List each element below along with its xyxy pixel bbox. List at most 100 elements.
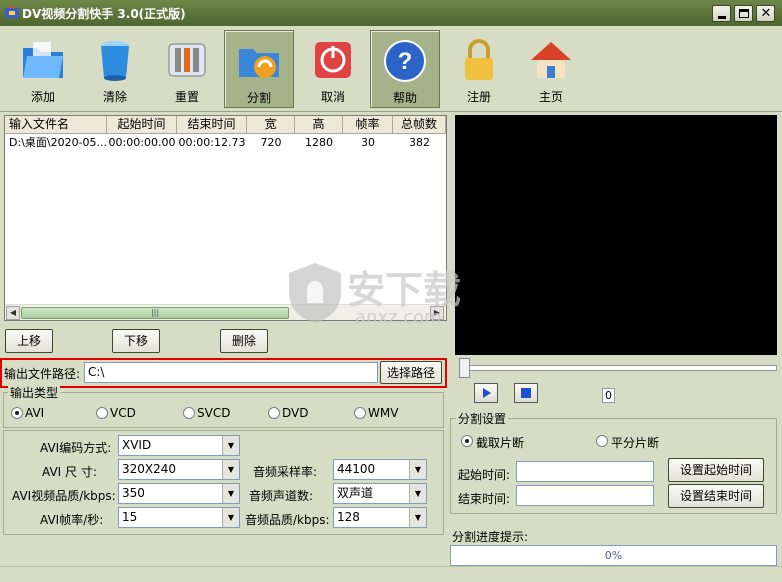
end-time-input[interactable] [516, 485, 654, 506]
radio-vcd[interactable] [96, 407, 108, 419]
chevron-down-icon[interactable]: ▼ [409, 484, 426, 503]
samplerate-select[interactable]: 44100 ▼ [333, 459, 427, 480]
home-icon [531, 42, 571, 78]
fps-select[interactable]: 15 ▼ [118, 507, 240, 528]
output-path-input[interactable]: C:\ [84, 362, 378, 383]
cell-width: 720 [260, 136, 282, 149]
progress-bar: 0% [450, 545, 777, 566]
radio-avi-label: AVI [25, 406, 45, 420]
play-icon [483, 388, 491, 398]
window-title: DV视频分割快手 3.0(正式版) [22, 7, 186, 21]
home-button[interactable]: 主页 [516, 30, 586, 108]
maximize-icon [739, 9, 749, 18]
play-button[interactable] [474, 383, 498, 403]
codec-select[interactable]: XVID ▼ [118, 435, 240, 456]
channels-label: 音频声道数: [249, 489, 314, 503]
audio-quality-value: 128 [337, 510, 360, 524]
fps-label: AVI帧率/秒: [40, 513, 104, 527]
cancel-label: 取消 [320, 90, 345, 104]
stop-icon [521, 388, 531, 398]
browse-button[interactable]: 选择路径 [380, 361, 442, 384]
set-end-time-button[interactable]: 设置结束时间 [668, 484, 764, 508]
clear-button[interactable]: 清除 [80, 30, 150, 108]
horizontal-scrollbar[interactable]: ◀ ||| ▶ [5, 304, 446, 320]
register-label: 注册 [466, 90, 491, 104]
status-bar [0, 566, 782, 582]
output-path-label: 输出文件路径: [4, 367, 81, 381]
output-path-row: 输出文件路径: C:\ 选择路径 [0, 358, 447, 388]
toolbar: 添加 清除 重置 分割 取消 ? 帮助 注册 主页 [0, 26, 782, 112]
radio-wmv[interactable] [354, 407, 366, 419]
header-filename[interactable]: 输入文件名 [5, 116, 107, 134]
power-icon [315, 42, 351, 78]
file-list[interactable]: 输入文件名 起始时间 结束时间 宽 高 帧率 总帧数 D:\桌面\2020-05… [4, 115, 447, 321]
help-label: 帮助 [392, 91, 417, 105]
stop-button[interactable] [514, 383, 538, 403]
header-height[interactable]: 高 [295, 116, 343, 134]
maximize-button[interactable] [734, 5, 753, 22]
audio-quality-select[interactable]: 128 ▼ [333, 507, 427, 528]
move-up-button[interactable]: 上移 [5, 329, 53, 353]
codec-value: XVID [122, 438, 152, 452]
move-down-button[interactable]: 下移 [112, 329, 160, 353]
channels-value: 双声道 [337, 486, 374, 500]
svg-text:?: ? [398, 48, 413, 75]
chevron-down-icon[interactable]: ▼ [409, 460, 426, 479]
quality-select[interactable]: 350 ▼ [118, 483, 240, 504]
chevron-down-icon[interactable]: ▼ [409, 508, 426, 527]
cell-fps: 30 [361, 136, 375, 149]
start-time-input[interactable] [516, 461, 654, 482]
seek-track[interactable] [459, 365, 777, 371]
video-preview [455, 115, 777, 355]
size-select[interactable]: 320X240 ▼ [118, 459, 240, 480]
radio-dvd[interactable] [268, 407, 280, 419]
samplerate-label: 音频采样率: [253, 465, 318, 479]
chevron-down-icon[interactable]: ▼ [222, 484, 239, 503]
split-button[interactable]: 分割 [224, 30, 294, 108]
frame-counter: 0 [602, 388, 615, 403]
seek-handle[interactable] [459, 358, 470, 378]
cell-frames: 382 [409, 136, 430, 149]
minimize-icon [718, 16, 726, 19]
chevron-down-icon[interactable]: ▼ [222, 436, 239, 455]
chevron-down-icon[interactable]: ▼ [222, 508, 239, 527]
folder-icon [23, 42, 63, 78]
help-button[interactable]: ? 帮助 [370, 30, 440, 108]
chevron-down-icon[interactable]: ▼ [222, 460, 239, 479]
radio-equal-split-label: 平分片断 [611, 436, 660, 450]
reset-button[interactable]: 重置 [152, 30, 222, 108]
register-button[interactable]: 注册 [444, 30, 514, 108]
header-start[interactable]: 起始时间 [107, 116, 177, 134]
minimize-button[interactable] [712, 5, 731, 22]
header-width[interactable]: 宽 [247, 116, 295, 134]
scroll-right-icon[interactable]: ▶ [430, 306, 444, 320]
radio-cut-segment[interactable] [461, 435, 473, 447]
split-icon [239, 49, 279, 78]
radio-equal-split[interactable] [596, 435, 608, 447]
add-label: 添加 [30, 90, 55, 104]
header-fps[interactable]: 帧率 [343, 116, 393, 134]
quality-label: AVI视频品质/kbps: [12, 489, 116, 503]
channels-select[interactable]: 双声道 ▼ [333, 483, 427, 504]
codec-label: AVI编码方式: [40, 441, 112, 455]
cell-height: 1280 [305, 136, 333, 149]
quality-value: 350 [122, 486, 145, 500]
scroll-thumb[interactable]: ||| [21, 307, 289, 319]
header-frames[interactable]: 总帧数 [393, 116, 446, 134]
header-end[interactable]: 结束时间 [177, 116, 247, 134]
close-button[interactable]: ✕ [756, 5, 775, 22]
home-label: 主页 [538, 90, 563, 104]
radio-svcd[interactable] [183, 407, 195, 419]
lock-icon [465, 39, 493, 80]
radio-vcd-label: VCD [110, 406, 136, 420]
tools-icon [168, 43, 206, 77]
set-start-time-button[interactable]: 设置起始时间 [668, 458, 764, 482]
cancel-button[interactable]: 取消 [298, 30, 368, 108]
bucket-icon [101, 41, 129, 81]
progress-label: 分割进度提示: [452, 530, 529, 544]
delete-button[interactable]: 删除 [220, 329, 268, 353]
help-icon: ? [384, 40, 426, 82]
scroll-left-icon[interactable]: ◀ [6, 306, 20, 320]
radio-avi[interactable] [11, 407, 23, 419]
add-button[interactable]: 添加 [8, 30, 78, 108]
